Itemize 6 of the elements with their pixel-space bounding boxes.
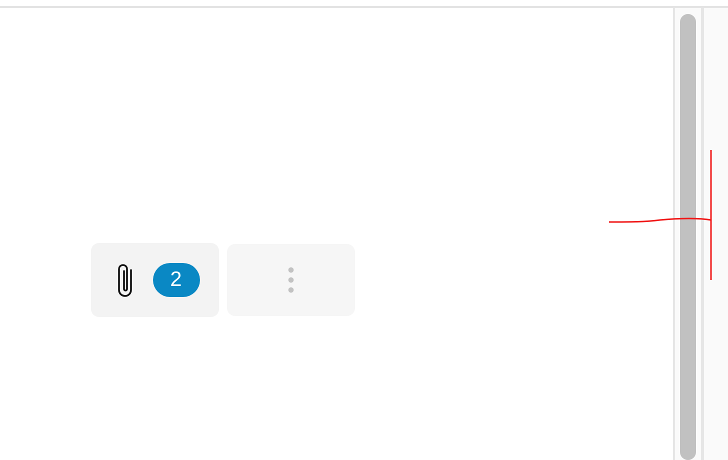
paperclip-icon (116, 261, 134, 299)
vertical-dots-icon (288, 267, 294, 293)
scrollbar-thumb[interactable] (680, 14, 696, 460)
attachments-button[interactable]: 2 (91, 243, 219, 317)
more-options-button[interactable] (227, 244, 355, 316)
count-badge: 2 (152, 263, 200, 297)
